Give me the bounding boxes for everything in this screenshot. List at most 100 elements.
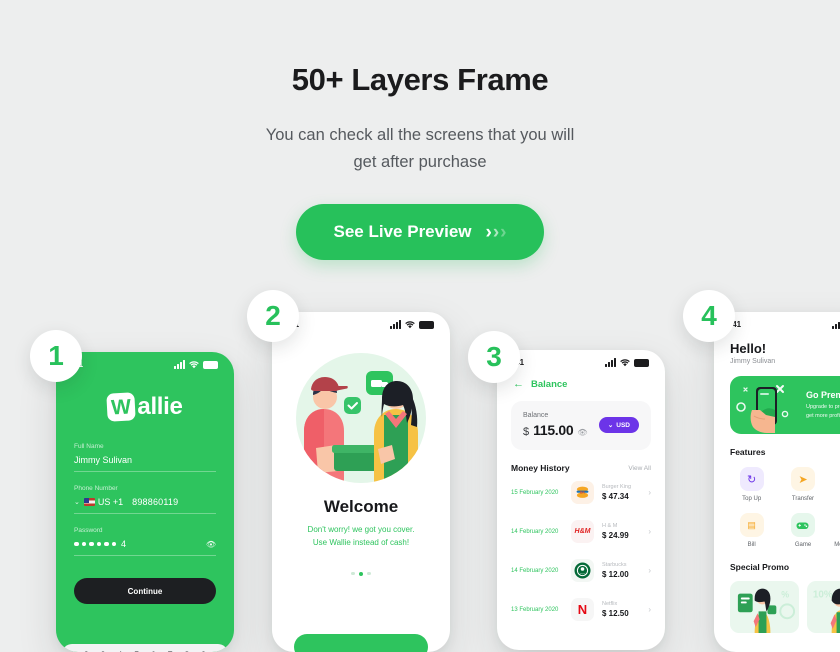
- continue-button[interactable]: Continue: [74, 578, 216, 604]
- feature-mobile-prepaid[interactable]: Mobile Prepaid: [831, 513, 840, 549]
- netflix-logo-icon: N: [571, 598, 594, 621]
- phone-mockup-home[interactable]: .41 Hello! Jimmy Sulivan Go Premium Upgr…: [714, 312, 840, 652]
- table-row[interactable]: 15 February 2020 BK Burger King $ 47.34 …: [497, 473, 665, 512]
- welcome-illustration: [272, 353, 450, 483]
- currency-symbol: $: [523, 426, 530, 438]
- go-premium-card[interactable]: Go Premium Upgrade to premium and get mo…: [730, 376, 840, 434]
- chevron-right-icon[interactable]: ›: [648, 566, 651, 575]
- feature-label: Internet: [831, 495, 840, 503]
- bill-icon: ▤: [739, 513, 764, 538]
- balance-label: Balance: [523, 412, 549, 419]
- promo-illustration-1: %: [737, 588, 796, 634]
- currency-selector-button[interactable]: ⌄ USD: [598, 417, 639, 433]
- transaction-date: 14 February 2020: [511, 567, 559, 574]
- transaction-meta: H & M $ 24.99: [602, 523, 640, 540]
- balance-amount: 115.00: [533, 422, 574, 438]
- transaction-meta: Burger King $ 47.34: [602, 484, 640, 501]
- user-name: Jimmy Sulivan: [730, 358, 776, 365]
- features-title: Features: [730, 447, 766, 457]
- chevron-1: ›: [485, 221, 492, 243]
- chevron-right-icon[interactable]: ›: [648, 527, 651, 536]
- pagination-dot-2[interactable]: [358, 571, 364, 577]
- burger-king-logo-icon: BK: [571, 481, 594, 504]
- us-flag-icon: [83, 498, 95, 506]
- transaction-meta: Starbucks $ 12.00: [602, 562, 640, 579]
- feature-transfer[interactable]: ➤ Transfer: [779, 467, 826, 503]
- transaction-meta: Netflix $ 12.50: [602, 601, 640, 618]
- screen-badge-3: 3: [468, 331, 520, 383]
- balance-info: Balance $ 115.00 👁: [523, 412, 588, 438]
- feature-internet[interactable]: ⊕ Internet: [831, 467, 840, 503]
- status-icons: [832, 320, 840, 329]
- screen-badge-1: 1: [30, 330, 82, 382]
- chevron-right-icon[interactable]: ›: [648, 605, 651, 614]
- see-live-preview-button[interactable]: See Live Preview › › ›: [295, 204, 545, 261]
- chevron-down-icon: ⌄: [607, 422, 614, 429]
- promo-subtitle-line-2: get more profit now: [806, 412, 840, 419]
- full-name-field[interactable]: Full Name Jimmy Sulivan: [74, 443, 216, 472]
- screen-badge-4: 4: [683, 290, 735, 342]
- feature-top-up[interactable]: ↻ Top Up: [728, 467, 775, 503]
- balance-header: ← Balance: [497, 369, 665, 391]
- transaction-date: 15 February 2020: [511, 489, 559, 496]
- feature-label: Mobile Prepaid: [834, 542, 840, 549]
- country-code: US +1: [97, 497, 124, 507]
- table-row[interactable]: 14 February 2020 H&M H & M $ 24.99 ›: [497, 512, 665, 551]
- wifi-icon: [189, 361, 199, 369]
- eye-icon[interactable]: 👁: [577, 428, 587, 437]
- wallie-logo-text: allie: [137, 393, 183, 420]
- table-row[interactable]: 14 February 2020 Starbucks $ 12.00 ›: [497, 551, 665, 590]
- full-name-input[interactable]: Jimmy Sulivan: [74, 455, 216, 472]
- signal-icon: [605, 358, 616, 367]
- phone-number-value: 898860119: [132, 497, 179, 507]
- pagination-dots[interactable]: [272, 571, 450, 577]
- battery-icon: [203, 361, 218, 369]
- phone-number-input[interactable]: ⌄ US +1 898860119: [74, 497, 216, 514]
- phone-mockup-signup[interactable]: .41 W allie Full Name Jimmy Sulivan Phon…: [56, 352, 234, 652]
- wifi-icon: [620, 359, 630, 367]
- battery-icon: [634, 359, 649, 367]
- phone-number-field[interactable]: Phone Number ⌄ US +1 898860119: [74, 485, 216, 514]
- page-subtitle-line-2: get after purchase: [353, 152, 487, 171]
- currency-pill-label: USD: [616, 421, 630, 429]
- special-promo-card-2[interactable]: 10%: [807, 581, 840, 634]
- eye-icon[interactable]: 👁: [206, 540, 216, 549]
- welcome-subtitle-line-2: Use Wallie instead of cash!: [312, 537, 410, 547]
- features-grid: ↻ Top Up ➤ Transfer ⊕ Internet ▤ Bill: [714, 457, 840, 549]
- password-field[interactable]: Password 4 👁: [74, 527, 216, 556]
- chevron-down-icon[interactable]: ⌄: [74, 498, 80, 506]
- greeting-title: Hello!: [730, 341, 767, 356]
- chevron-right-icon: › › ›: [486, 223, 507, 242]
- pagination-dot-1[interactable]: [351, 571, 355, 576]
- page-subtitle: You can check all the screens that you w…: [0, 122, 840, 175]
- promo-subtitle-line-1: Upgrade to premium and: [806, 404, 840, 411]
- password-last-char: 4: [121, 539, 127, 549]
- transaction-date: 13 February 2020: [511, 606, 559, 613]
- back-arrow-icon[interactable]: ←: [513, 379, 524, 390]
- table-row[interactable]: 13 February 2020 N Netflix $ 12.50 ›: [497, 590, 665, 629]
- special-promo-card-1[interactable]: %: [730, 581, 799, 634]
- numeric-keyboard[interactable]: 1 2 3 4 5 6 7 8 9 0: [62, 644, 228, 652]
- hm-logo-icon: H&M: [571, 520, 594, 543]
- page-title: 50+ Layers Frame: [291, 62, 549, 97]
- phone-mockup-balance[interactable]: .41 ← Balance Balance $ 115.00 👁 ⌄ USD M…: [497, 350, 665, 650]
- chevron-2: ›: [492, 221, 500, 243]
- svg-text:BK: BK: [580, 491, 585, 495]
- gamepad-icon: [790, 513, 815, 538]
- feature-label: Transfer: [791, 496, 815, 502]
- chevron-right-icon[interactable]: ›: [648, 488, 651, 497]
- feature-game[interactable]: Game: [779, 513, 826, 549]
- balance-card: Balance $ 115.00 👁 ⌄ USD: [511, 401, 651, 450]
- password-input[interactable]: 4 👁: [74, 539, 216, 556]
- password-dots: 4: [74, 539, 206, 549]
- svg-text:%: %: [781, 590, 789, 600]
- greeting-block: Hello! Jimmy Sulivan: [714, 331, 840, 365]
- feature-bill[interactable]: ▤ Bill: [728, 513, 775, 549]
- balance-amount-row: $ 115.00 👁: [523, 422, 588, 438]
- status-icons: [390, 320, 434, 329]
- cta-label: See Live Preview: [333, 222, 472, 242]
- next-button[interactable]: [294, 634, 428, 652]
- pagination-dot-3[interactable]: [367, 571, 371, 576]
- view-all-link[interactable]: View All: [628, 465, 651, 472]
- phone-mockup-welcome[interactable]: .41: [272, 312, 450, 652]
